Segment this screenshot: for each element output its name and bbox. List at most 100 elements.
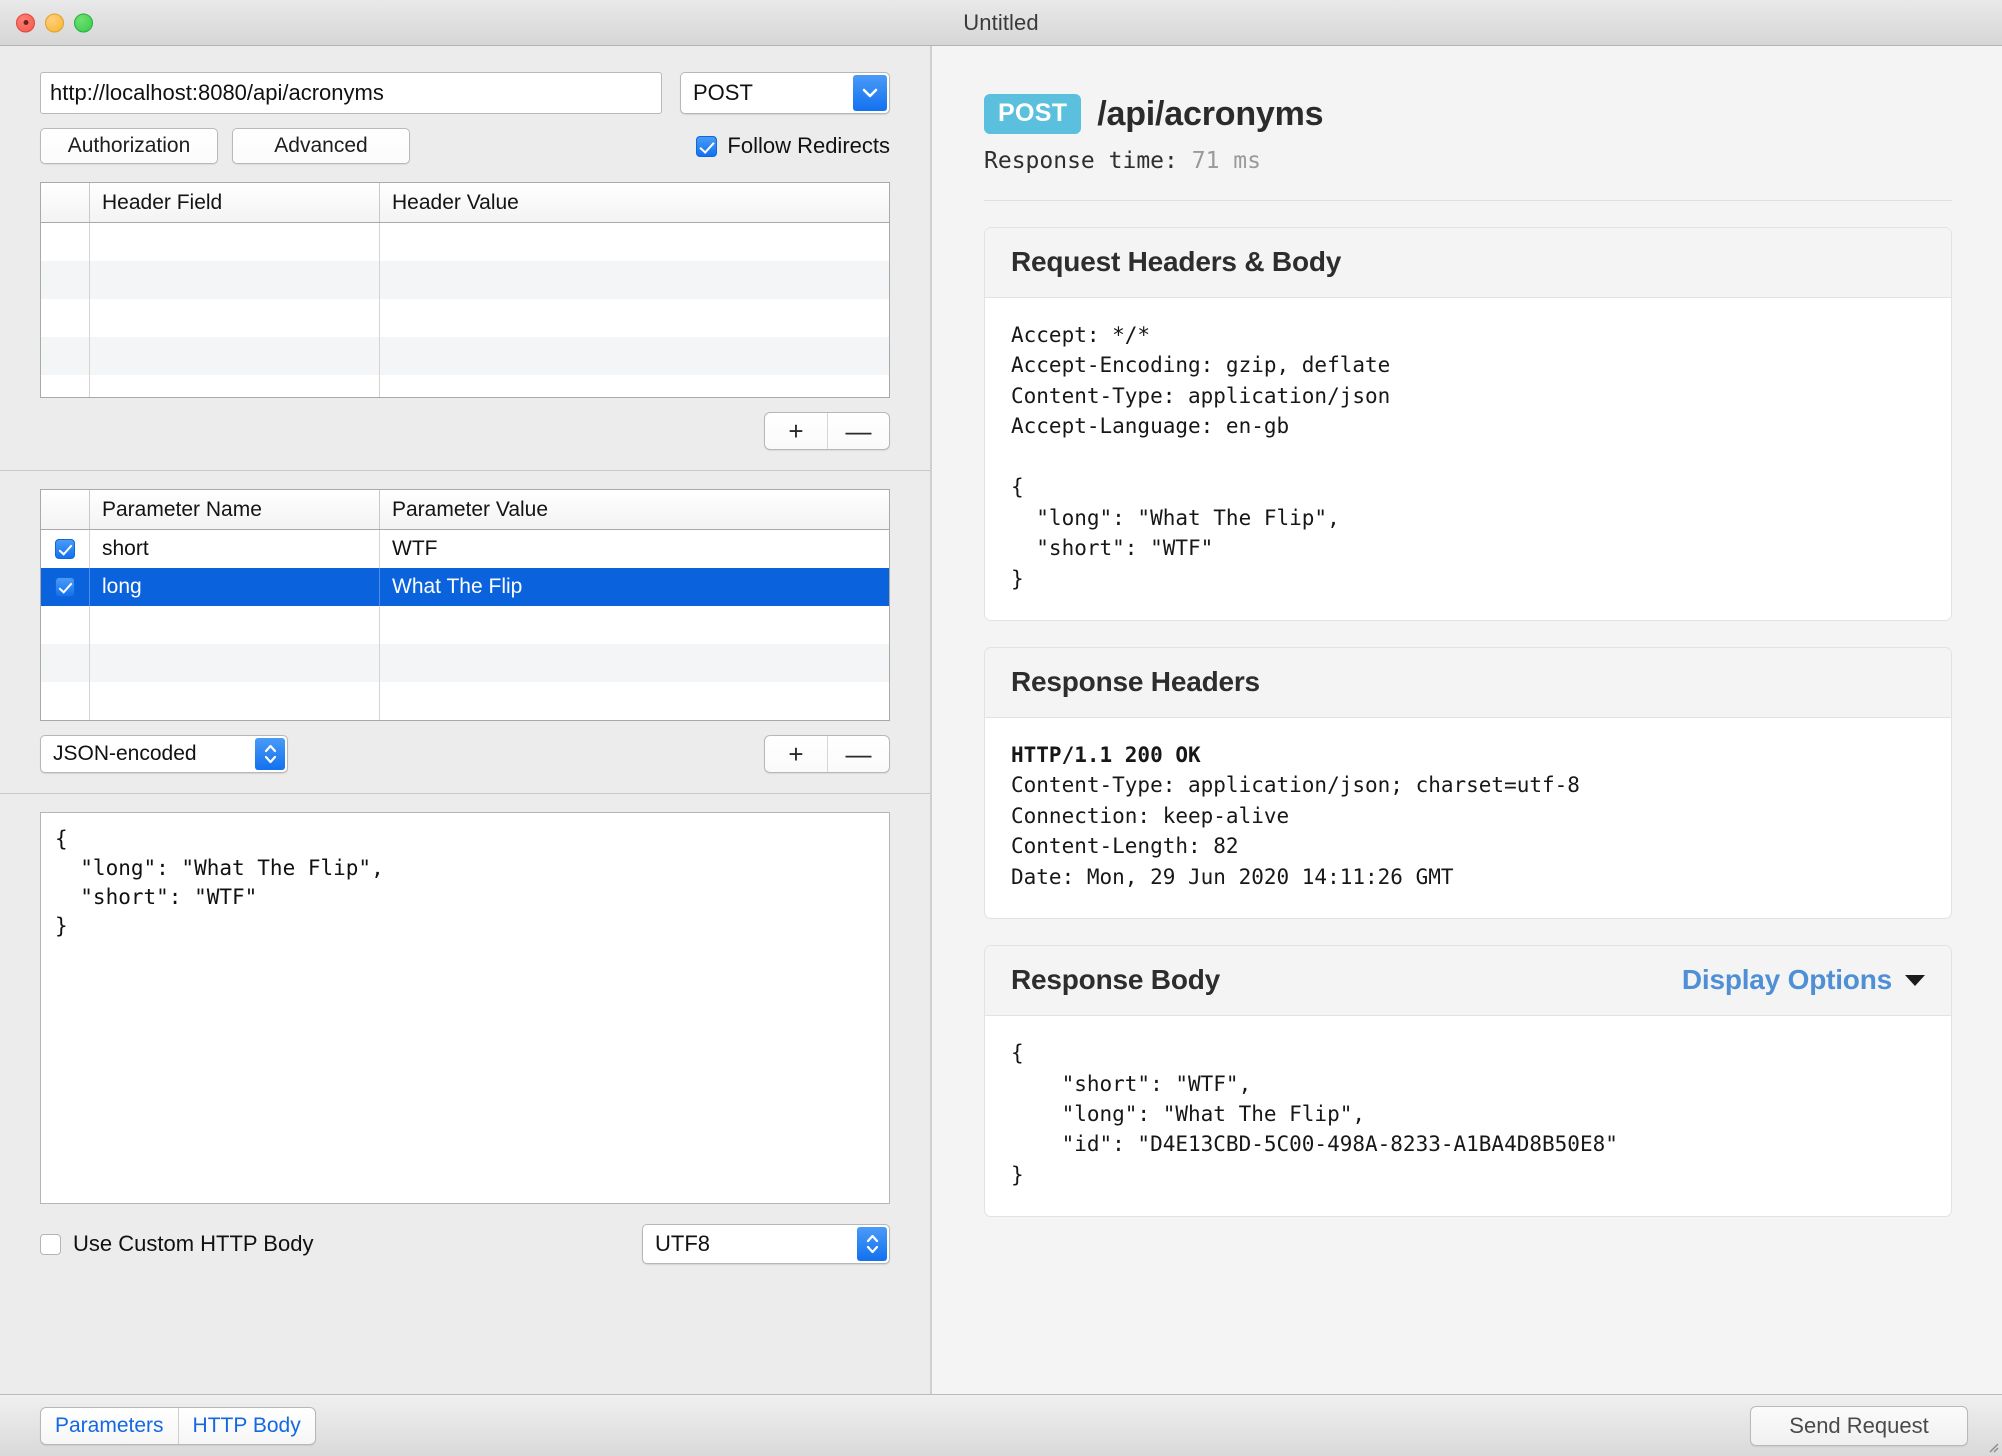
request-headers-body-content: Accept: */* Accept-Encoding: gzip, defla…: [1011, 323, 1391, 591]
display-options-button[interactable]: Display Options: [1682, 964, 1925, 996]
bottom-toolbar: Parameters HTTP Body Send Request: [0, 1394, 2002, 1456]
use-custom-http-body-checkbox[interactable]: [40, 1233, 61, 1255]
card-header: Response Headers: [985, 647, 1951, 718]
request-headers-body-card: Request Headers & Body Accept: */* Accep…: [984, 227, 1952, 621]
url-row: POST: [40, 72, 890, 114]
resize-grip-icon[interactable]: [1985, 1439, 1999, 1453]
table-row[interactable]: [41, 644, 889, 682]
row-checkbox-cell[interactable]: [41, 539, 89, 559]
headers-col-value: Header Value: [379, 183, 889, 222]
param-value-cell[interactable]: WTF: [379, 530, 889, 568]
window-title: Untitled: [963, 9, 1039, 35]
zoom-window-button[interactable]: [74, 13, 93, 32]
header-value-cell[interactable]: [379, 261, 889, 299]
remove-header-button[interactable]: —: [827, 413, 889, 449]
table-row[interactable]: [41, 299, 889, 337]
charset-value: UTF8: [655, 1231, 710, 1256]
param-name-cell[interactable]: short: [89, 530, 379, 568]
card-title: Request Headers & Body: [1011, 246, 1342, 277]
params-add-remove-group: + —: [764, 735, 890, 773]
request-options-row: Authorization Advanced Follow Redirects: [40, 128, 890, 164]
param-name-cell[interactable]: long: [89, 568, 379, 606]
headers-table[interactable]: Header Field Header Value: [40, 182, 890, 398]
header-value-cell[interactable]: [379, 299, 889, 337]
table-row[interactable]: long What The Flip: [41, 568, 889, 606]
close-window-button[interactable]: [16, 13, 35, 32]
response-content: POST /api/acronyms Response time: 71 ms …: [932, 46, 2002, 1394]
follow-redirects-checkbox[interactable]: [696, 135, 718, 157]
http-body-editor[interactable]: { "long": "What The Flip", "short": "WTF…: [40, 812, 890, 1204]
stepper-icon: [255, 738, 285, 770]
table-row[interactable]: [41, 223, 889, 261]
encoding-select[interactable]: JSON-encoded: [40, 735, 288, 773]
tab-http-body[interactable]: HTTP Body: [177, 1407, 315, 1444]
param-enabled-checkbox[interactable]: [55, 577, 75, 597]
table-row[interactable]: [41, 606, 889, 644]
caret-down-icon: [1905, 974, 1925, 986]
response-time-row: Response time: 71 ms: [984, 148, 1952, 174]
param-value-cell[interactable]: [379, 606, 889, 644]
response-body-content: { "short": "WTF", "long": "What The Flip…: [1011, 1041, 1618, 1187]
param-enabled-checkbox[interactable]: [55, 539, 75, 559]
send-request-button[interactable]: Send Request: [1750, 1405, 1968, 1446]
add-header-button[interactable]: +: [765, 413, 827, 449]
app-window: Untitled POST Authorization Advanced: [0, 0, 2002, 1456]
header-value-cell: [379, 375, 889, 397]
header-value-cell[interactable]: [379, 223, 889, 261]
header-field-cell[interactable]: [89, 337, 379, 375]
follow-redirects-toggle[interactable]: Follow Redirects: [696, 133, 890, 159]
param-name-cell[interactable]: [89, 644, 379, 682]
table-row[interactable]: [41, 682, 889, 720]
add-parameter-button[interactable]: +: [765, 736, 827, 772]
http-method-select[interactable]: POST: [680, 72, 890, 114]
charset-select[interactable]: UTF8: [642, 1224, 890, 1264]
title-bar: Untitled: [0, 0, 2002, 46]
headers-add-remove-row: + —: [40, 412, 890, 450]
url-input[interactable]: [40, 72, 662, 114]
table-row[interactable]: short WTF: [41, 530, 889, 568]
http-method-value: POST: [693, 80, 753, 105]
response-body-card: Response Body Display Options { "short":…: [984, 945, 1952, 1218]
parameters-table[interactable]: Parameter Name Parameter Value short WTF: [40, 489, 890, 721]
header-field-cell[interactable]: [89, 261, 379, 299]
tab-parameters[interactable]: Parameters: [41, 1408, 178, 1444]
table-row[interactable]: [41, 375, 889, 397]
header-value-cell[interactable]: [379, 337, 889, 375]
url-section: POST Authorization Advanced Follow Redir…: [0, 46, 930, 450]
remove-parameter-button[interactable]: —: [827, 736, 889, 772]
header-field-cell[interactable]: [89, 299, 379, 337]
response-divider: [984, 200, 1952, 201]
response-headers-text: Content-Type: application/json; charset=…: [1011, 773, 1580, 889]
params-footer-row: JSON-encoded + —: [40, 735, 890, 773]
row-checkbox-cell[interactable]: [41, 577, 89, 597]
main-split-view: POST Authorization Advanced Follow Redir…: [0, 46, 2002, 1394]
response-method-badge: POST: [984, 94, 1082, 134]
stepper-icon: [857, 1227, 887, 1261]
param-name-cell[interactable]: [89, 682, 379, 720]
table-row[interactable]: [41, 261, 889, 299]
request-editor-pane: POST Authorization Advanced Follow Redir…: [0, 46, 930, 1394]
card-header: Response Body Display Options: [985, 946, 1951, 1017]
param-value-cell[interactable]: [379, 682, 889, 720]
response-viewer-pane: POST /api/acronyms Response time: 71 ms …: [932, 46, 2002, 1394]
param-value-cell[interactable]: [379, 644, 889, 682]
use-custom-http-body-label: Use Custom HTTP Body: [73, 1231, 314, 1256]
table-row[interactable]: [41, 337, 889, 375]
parameters-table-header: Parameter Name Parameter Value: [41, 490, 889, 530]
header-field-cell: [89, 375, 379, 397]
custom-body-row: Use Custom HTTP Body UTF8: [40, 1224, 890, 1264]
response-title-row: POST /api/acronyms: [984, 94, 1952, 134]
header-field-cell[interactable]: [89, 223, 379, 261]
http-body-section: { "long": "What The Flip", "short": "WTF…: [0, 794, 930, 1282]
follow-redirects-label: Follow Redirects: [727, 133, 890, 158]
card-title: Response Headers: [1011, 665, 1260, 697]
minimize-window-button[interactable]: [45, 13, 64, 32]
headers-col-field: Header Field: [89, 183, 379, 222]
response-headers-content: HTTP/1.1 200 OK Content-Type: applicatio…: [985, 718, 1951, 918]
advanced-button[interactable]: Advanced: [232, 128, 410, 164]
param-name-cell[interactable]: [89, 606, 379, 644]
display-options-label: Display Options: [1681, 964, 1892, 996]
params-col-name: Parameter Name: [89, 490, 379, 529]
param-value-cell[interactable]: What The Flip: [379, 568, 889, 606]
authorization-button[interactable]: Authorization: [40, 128, 218, 164]
